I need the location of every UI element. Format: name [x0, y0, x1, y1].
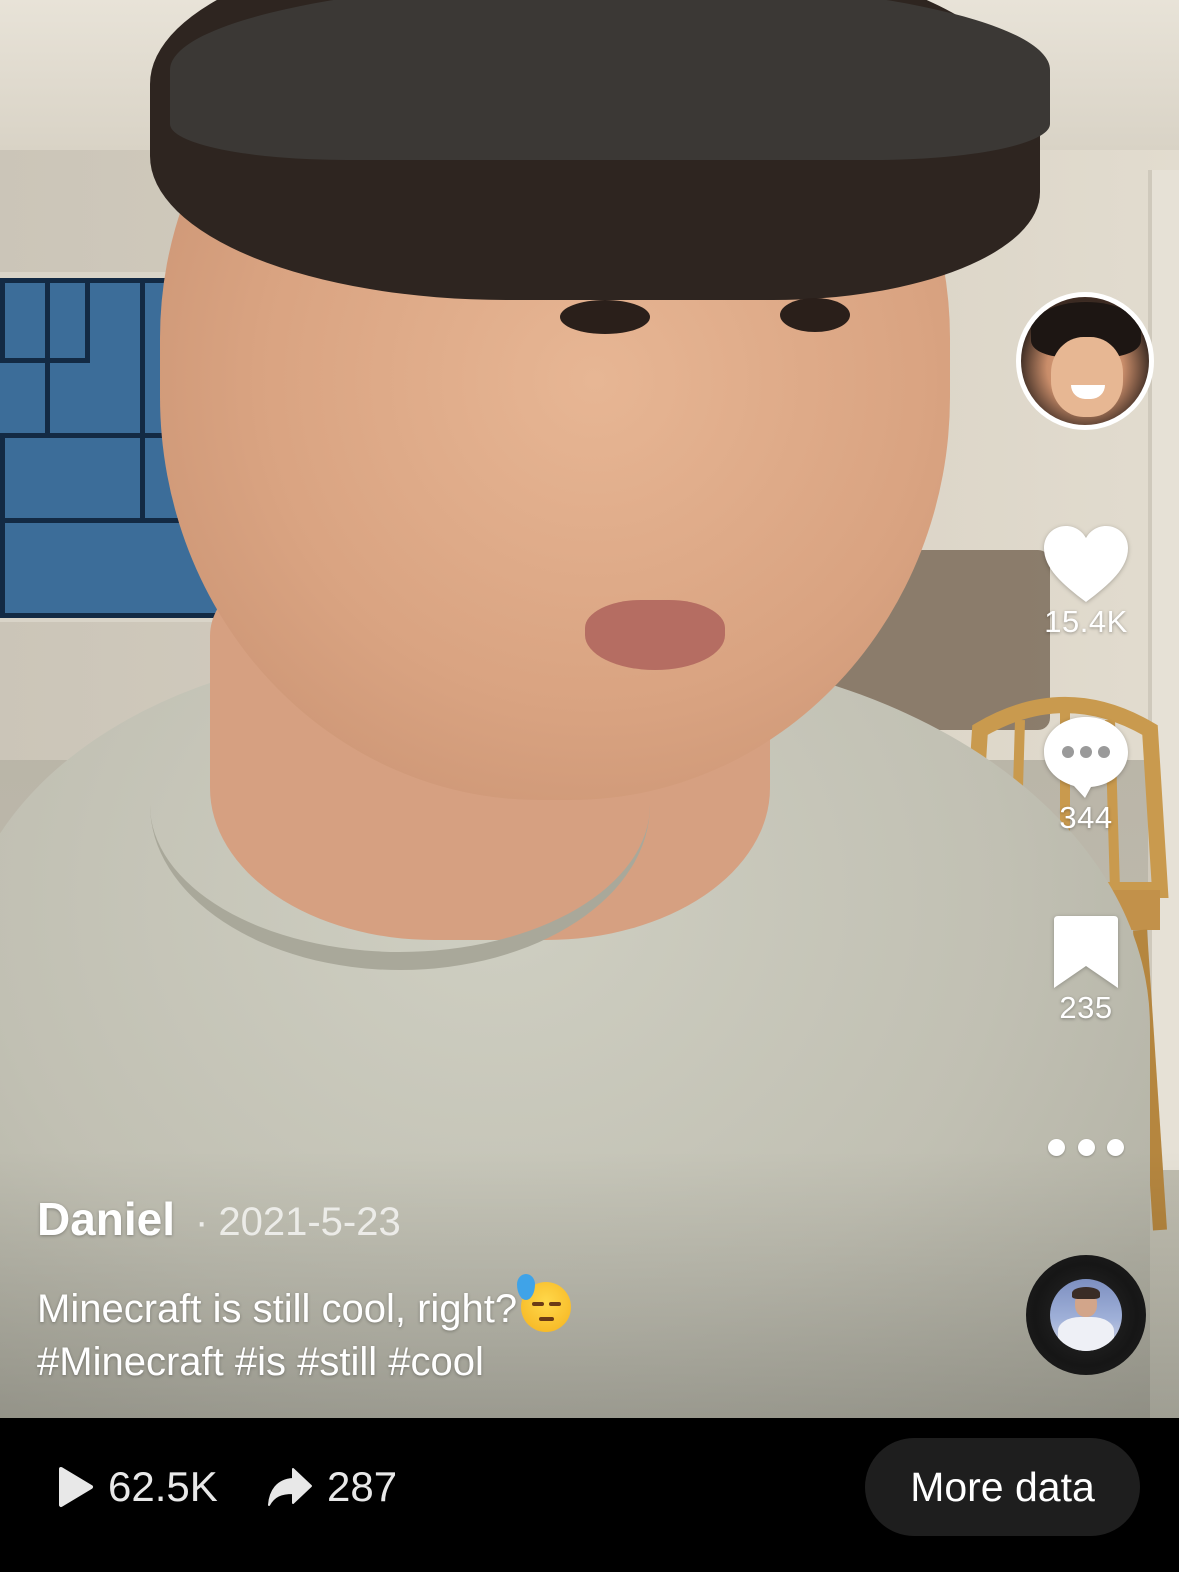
post-caption: Daniel · 2021-5-23 Minecraft is still co… [37, 1192, 957, 1389]
play-icon [59, 1467, 93, 1507]
play-count: 62.5K [108, 1463, 218, 1510]
more-data-button[interactable]: More data [865, 1438, 1140, 1536]
share-arrow-icon [268, 1468, 312, 1506]
like-count: 15.4K [1044, 604, 1128, 639]
more-options-button[interactable] [1048, 1134, 1124, 1160]
save-button[interactable]: 235 [1026, 914, 1146, 1026]
author-name[interactable]: Daniel [37, 1192, 175, 1246]
music-disc-icon [1050, 1279, 1122, 1351]
sound-disc-button[interactable] [1026, 1255, 1146, 1375]
comment-button[interactable]: 344 [1026, 714, 1146, 836]
caption-text: Minecraft is still cool, right? [37, 1287, 518, 1331]
person-mouth [585, 600, 725, 670]
like-button[interactable]: 15.4K [1026, 524, 1146, 640]
comment-count: 344 [1059, 800, 1113, 835]
comment-bubble-icon [1044, 717, 1128, 798]
sweat-face-emoji-icon [517, 1274, 572, 1332]
hashtags[interactable]: #Minecraft #is #still #cool [37, 1340, 484, 1384]
person-cap [170, 0, 1050, 160]
ellipsis-icon [1048, 1138, 1065, 1156]
save-count: 235 [1059, 990, 1113, 1025]
post-description[interactable]: Minecraft is still cool, right? #Minecra… [37, 1274, 957, 1389]
person-eye-right [780, 298, 850, 332]
heart-icon [1044, 526, 1128, 602]
play-count-stat: 62.5K [58, 1463, 218, 1511]
meta-separator: · [195, 1200, 209, 1244]
share-count: 287 [327, 1463, 398, 1510]
bookmark-icon [1054, 916, 1118, 988]
post-meta: Daniel · 2021-5-23 [37, 1192, 957, 1246]
person-eye-left [560, 300, 650, 334]
creator-avatar[interactable] [1016, 292, 1154, 430]
share-count-stat: 287 [267, 1463, 397, 1511]
post-date: 2021-5-23 [218, 1200, 401, 1244]
